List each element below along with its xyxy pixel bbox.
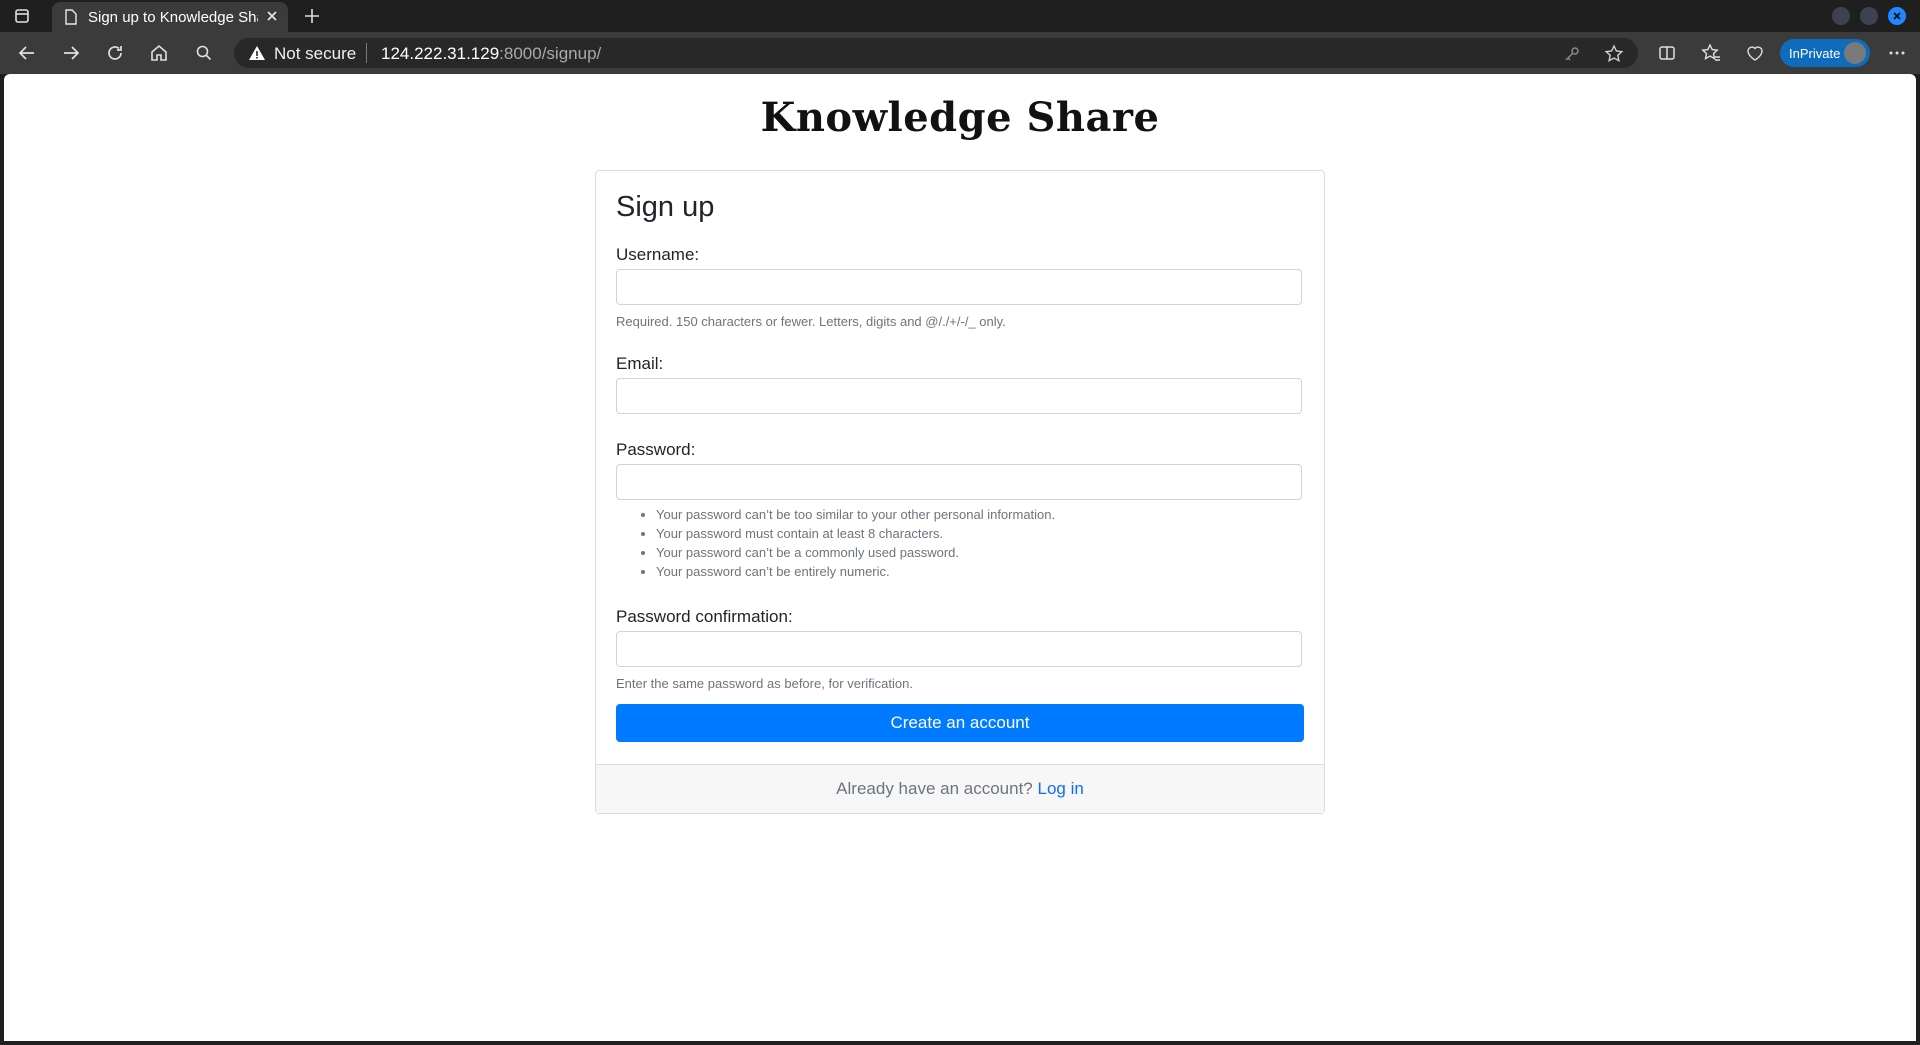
password-rules: Your password can’t be too similar to yo… — [636, 505, 1055, 581]
warning-icon[interactable] — [248, 44, 266, 67]
password-input[interactable] — [616, 464, 1302, 500]
email-label: Email: — [616, 354, 664, 373]
username-input[interactable] — [616, 269, 1302, 305]
page-viewport: Knowledge Share Sign up Username: Requir… — [4, 74, 1916, 1041]
email-input[interactable] — [616, 378, 1302, 414]
inprivate-label: InPrivate — [1789, 46, 1841, 61]
password-confirmation-help: Enter the same password as before, for v… — [616, 676, 913, 691]
address-bar[interactable]: Not secure 124.222.31.129:8000/signup/ — [234, 38, 1638, 68]
avatar — [1844, 42, 1866, 64]
security-status[interactable]: Not secure — [274, 44, 356, 64]
username-label: Username: — [616, 245, 700, 264]
password-rule: Your password can’t be too similar to yo… — [656, 505, 1055, 524]
password-confirmation-input[interactable] — [616, 631, 1302, 667]
password-label: Password: — [616, 440, 696, 459]
signup-card: Sign up Username: Required. 150 characte… — [595, 170, 1325, 814]
browser-toolbar: Not secure 124.222.31.129:8000/signup/ I… — [0, 32, 1920, 74]
more-icon[interactable] — [1886, 42, 1908, 64]
username-help: Required. 150 characters or fewer. Lette… — [616, 314, 1006, 329]
split-screen-icon[interactable] — [1656, 42, 1678, 64]
card-footer: Already have an account? Log in — [596, 764, 1324, 813]
password-rule: Your password must contain at least 8 ch… — [656, 524, 1055, 543]
document-icon — [64, 9, 78, 29]
home-icon[interactable] — [148, 42, 170, 64]
url-text[interactable]: 124.222.31.129:8000/signup/ — [381, 44, 601, 64]
footer-text: Already have an account? — [836, 779, 1033, 798]
plus-icon[interactable] — [300, 4, 324, 28]
browser-tab[interactable]: Sign up to Knowledge Sha — [52, 2, 288, 32]
url-path: :8000/signup/ — [499, 44, 602, 63]
inprivate-badge[interactable]: InPrivate — [1780, 39, 1870, 67]
search-icon[interactable] — [193, 42, 215, 64]
page-title: Sign up — [616, 191, 715, 223]
maximize-button[interactable] — [1860, 7, 1878, 25]
divider — [366, 43, 367, 63]
window-close-button[interactable] — [1888, 7, 1906, 25]
favorites-icon[interactable] — [1700, 42, 1722, 64]
tab-bar: Sign up to Knowledge Sha — [0, 0, 1920, 32]
password-rule: Your password can’t be entirely numeric. — [656, 562, 1055, 581]
key-icon[interactable] — [1562, 44, 1582, 64]
forward-icon[interactable] — [60, 42, 82, 64]
extensions-icon[interactable] — [1744, 42, 1766, 64]
close-icon[interactable] — [262, 6, 282, 26]
sidebar-toggle-icon[interactable] — [12, 6, 36, 26]
password-rule: Your password can’t be a commonly used p… — [656, 543, 1055, 562]
tab-title: Sign up to Knowledge Sha — [88, 9, 258, 26]
star-icon[interactable] — [1604, 44, 1624, 64]
login-link[interactable]: Log in — [1038, 779, 1084, 798]
minimize-button[interactable] — [1832, 7, 1850, 25]
password-confirmation-label: Password confirmation: — [616, 607, 793, 626]
refresh-icon[interactable] — [104, 42, 126, 64]
site-brand: Knowledge Share — [760, 94, 1160, 141]
create-account-button[interactable]: Create an account — [616, 704, 1304, 742]
url-host: 124.222.31.129 — [381, 44, 500, 63]
back-icon[interactable] — [16, 42, 38, 64]
